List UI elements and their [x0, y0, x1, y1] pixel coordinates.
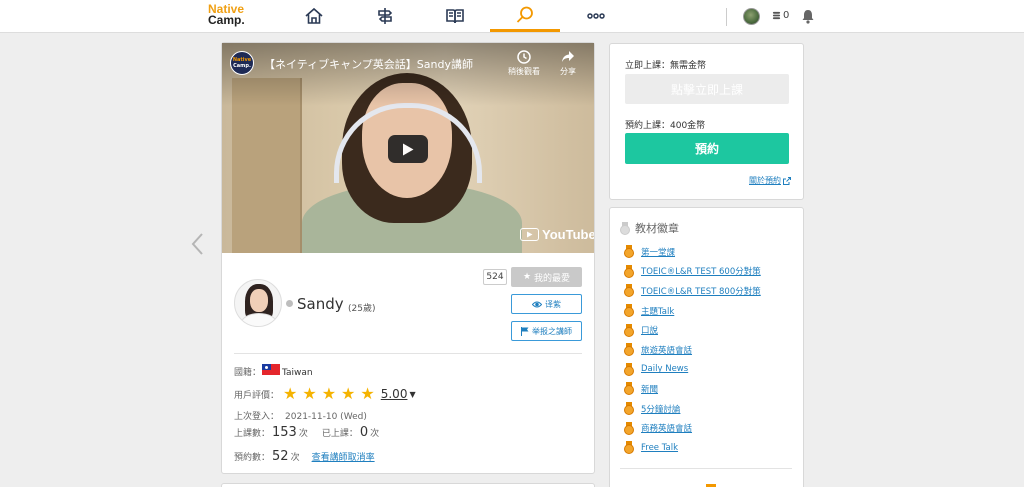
- star-icon: ★: [283, 384, 298, 403]
- youtube-logo[interactable]: YouTube: [520, 227, 594, 242]
- divider: [620, 468, 792, 469]
- badge-item: Free Talk: [624, 438, 761, 458]
- video-player[interactable]: Native Camp. 【ネイティブキャンプ英会話】Sandy講師 稍後觀看 …: [222, 43, 594, 253]
- medal-icon: [624, 284, 634, 298]
- teacher-age: (25歲): [348, 304, 376, 314]
- caret-down-icon[interactable]: ▼: [409, 390, 415, 399]
- external-link-icon: [783, 176, 791, 185]
- more-icon: [587, 13, 605, 19]
- star-icon: ★: [360, 384, 375, 403]
- channel-logo[interactable]: Native Camp.: [230, 51, 254, 75]
- medal-icon: [624, 421, 634, 435]
- textbook-badges-panel: 教材徽章 第一堂課 TOEIC®L&R TEST 600分對策 TOEIC®L&…: [609, 207, 804, 487]
- favorite-button[interactable]: ★ 我的最愛: [511, 267, 582, 287]
- instant-lesson-button[interactable]: 點擊立即上課: [625, 74, 789, 104]
- watch-later-button[interactable]: 稍後觀看: [504, 50, 544, 77]
- country-row: 國籍： Taiwan: [234, 364, 313, 378]
- badge-item: 第一堂課: [624, 242, 761, 262]
- flag-icon: [521, 326, 529, 336]
- user-avatar[interactable]: [743, 8, 760, 25]
- clock-icon: [517, 50, 531, 64]
- star-icon: ★: [321, 384, 337, 403]
- nav-more[interactable]: [561, 0, 631, 32]
- badge-item: 5分鐘討論: [624, 399, 761, 419]
- badge-item: 旅遊英語會話: [624, 340, 761, 360]
- bookings-row: 預約數： 52 次 查看講師取消率: [234, 449, 375, 464]
- instant-lesson-label: 立即上課：無需金幣: [625, 61, 707, 71]
- badge-item: TOEIC®L&R TEST 600分對策: [624, 262, 761, 282]
- top-nav-bar: Native Camp. 0: [0, 0, 1024, 33]
- taken-count: 0: [359, 425, 369, 440]
- rating-row: 用戶評價： ★ ★ ★ ★ ★ 5.00 ▼: [234, 384, 416, 403]
- rating-value[interactable]: 5.00: [381, 387, 408, 401]
- rating-stars: ★ ★ ★ ★ ★: [283, 384, 375, 403]
- home-icon: [305, 7, 323, 24]
- nav-divider: [726, 8, 727, 26]
- taiwan-flag-icon: [262, 364, 281, 375]
- previous-teacher-arrow-icon[interactable]: [190, 232, 204, 256]
- last-login-row: 上次登入： 2021-11-10 (Wed): [234, 412, 367, 422]
- coin-balance[interactable]: 0: [772, 10, 789, 21]
- medal-icon: [624, 402, 634, 416]
- nav-home[interactable]: [279, 0, 349, 32]
- signpost-icon: [378, 8, 393, 24]
- book-icon: [446, 9, 464, 24]
- nav-textbook[interactable]: [420, 0, 490, 32]
- play-button[interactable]: [388, 135, 428, 163]
- medal-icon: [624, 362, 634, 376]
- share-button[interactable]: 分享: [548, 50, 588, 77]
- nav-search[interactable]: [490, 0, 560, 32]
- nav-signpost[interactable]: [350, 0, 420, 32]
- next-card: [221, 483, 595, 487]
- booking-count: 52: [272, 449, 289, 464]
- search-icon: [516, 6, 533, 23]
- medal-icon: [624, 304, 634, 318]
- medal-icon: [624, 343, 634, 357]
- booking-panel: 立即上課：無需金幣 點擊立即上課 預約上課：400金幣 預約 關於預約: [609, 43, 804, 200]
- medal-icon: [624, 382, 634, 396]
- coin-stack-icon: [772, 11, 781, 20]
- eye-icon: [532, 301, 542, 307]
- medal-icon: [620, 221, 630, 235]
- video-title[interactable]: 【ネイティブキャンプ英会話】Sandy講師: [264, 56, 473, 72]
- cancel-rate-link[interactable]: 查看講師取消率: [312, 450, 375, 463]
- coin-count: 0: [783, 10, 790, 21]
- about-booking-link[interactable]: 關於預約: [749, 175, 791, 186]
- bell-icon[interactable]: [801, 9, 815, 24]
- play-icon: [403, 143, 414, 155]
- youtube-play-icon: [520, 228, 539, 241]
- lesson-count: 153: [272, 425, 297, 440]
- medal-icon: [624, 264, 634, 278]
- share-icon: [562, 51, 574, 62]
- nativecamp-logo[interactable]: Native Camp.: [208, 3, 252, 26]
- badge-item: 新聞: [624, 379, 761, 399]
- reserve-button[interactable]: 預約: [625, 133, 789, 164]
- star-icon: ★: [302, 384, 317, 403]
- badge-item: TOEIC®L&R TEST 800分對策: [624, 281, 761, 301]
- star-icon: ★: [341, 384, 356, 403]
- teacher-name: Sandy: [297, 295, 344, 313]
- lessons-row: 上課數： 153 次 已上課： 0 次: [234, 425, 380, 440]
- badges-heading: 教材徽章: [620, 220, 679, 236]
- medal-icon: [624, 245, 634, 259]
- badge-item: 主題Talk: [624, 301, 761, 321]
- teacher-avatar: [234, 279, 282, 327]
- favorite-count: 524: [483, 269, 507, 285]
- report-teacher-button[interactable]: 举报之講師: [511, 321, 582, 341]
- badge-item: Daily News: [624, 360, 761, 380]
- medal-icon: [624, 323, 634, 337]
- divider: [234, 353, 582, 354]
- medal-icon: [624, 441, 634, 455]
- badge-item: 口說: [624, 320, 761, 340]
- badge-list: 第一堂課 TOEIC®L&R TEST 600分對策 TOEIC®L&R TES…: [624, 242, 761, 458]
- reserve-lesson-label: 預約上課：400金幣: [625, 121, 706, 131]
- badge-item: 商務英語會話: [624, 418, 761, 438]
- star-icon: ★: [522, 272, 532, 282]
- teacher-profile-card: Native Camp. 【ネイティブキャンプ英会話】Sandy講師 稍後觀看 …: [221, 42, 595, 474]
- translate-button[interactable]: 译紫: [511, 294, 582, 314]
- online-status-dot: [286, 300, 293, 307]
